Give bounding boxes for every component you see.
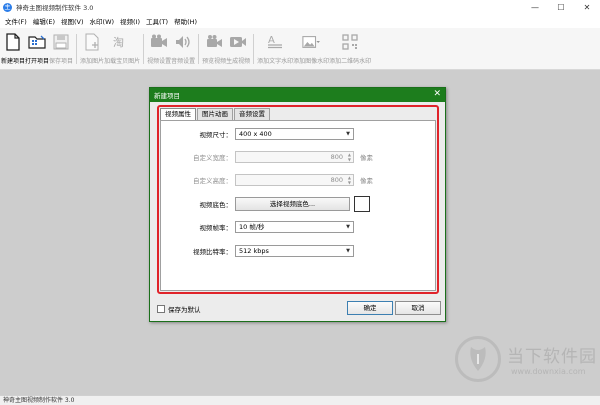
toolbar-separator	[143, 34, 145, 64]
ok-button[interactable]: 确定	[347, 301, 393, 315]
menu-view[interactable]: 视图(V)	[58, 16, 87, 26]
video-settings-button[interactable]: 视频设置	[147, 28, 171, 70]
image-watermark-icon	[302, 33, 321, 51]
toolbar: 新建项目 打开项目 保存项目 添加图片 淘 加载宝贝图片 视频设置 音频设置 预…	[0, 28, 600, 70]
dialog-title-bar: 新建项目 ✕	[150, 88, 445, 102]
menu-video[interactable]: 视频(I)	[117, 16, 143, 26]
new-project-button[interactable]: 新建项目	[1, 28, 25, 70]
svg-text:A: A	[268, 35, 275, 46]
save-project-button[interactable]: 保存项目	[49, 28, 73, 70]
add-image-button[interactable]: 添加图片	[80, 28, 104, 70]
watermark-logo-icon	[455, 336, 501, 382]
add-qrcode-watermark-button[interactable]: 添加二维码水印	[329, 28, 371, 70]
save-as-default-label: 保存为默认	[168, 306, 201, 314]
video-settings-icon	[150, 33, 168, 51]
watermark-name: 当下软件园	[507, 347, 597, 367]
audio-settings-button[interactable]: 音频设置	[171, 28, 195, 70]
dialog-close-button[interactable]: ✕	[433, 89, 441, 99]
audio-settings-icon	[174, 33, 192, 51]
dialog-title: 新建项目	[154, 92, 180, 100]
minimize-button[interactable]: —	[522, 0, 548, 14]
menu-edit[interactable]: 编辑(E)	[30, 16, 58, 26]
menu-tools[interactable]: 工具(T)	[143, 16, 171, 26]
toolbar-separator	[76, 34, 78, 64]
menu-help[interactable]: 帮助(H)	[171, 16, 200, 26]
annotation-highlight-box	[157, 105, 439, 294]
save-as-default-checkbox[interactable]	[157, 305, 165, 313]
toolbar-separator	[253, 34, 255, 64]
load-product-image-button[interactable]: 淘 加载宝贝图片	[104, 28, 140, 70]
preview-video-button[interactable]: 预览视频	[202, 28, 226, 70]
site-watermark: 当下软件园 www.downxia.com	[455, 336, 597, 388]
status-bar: 神奇主图视频制作软件 3.0	[0, 395, 600, 405]
load-product-image-icon: 淘	[113, 33, 131, 51]
menu-bar: 文件(F) 编辑(E) 视图(V) 水印(W) 视频(I) 工具(T) 帮助(H…	[0, 14, 600, 28]
generate-video-icon	[229, 33, 247, 51]
add-image-icon	[83, 33, 101, 51]
new-project-dialog: 新建项目 ✕ 视频属性 图片动画 音频设置 视频尺寸： 400 x 400 ▼ …	[149, 87, 446, 322]
open-project-button[interactable]: 打开项目	[25, 28, 49, 70]
watermark-url: www.downxia.com	[511, 367, 586, 376]
svg-text:淘: 淘	[113, 36, 124, 49]
add-text-watermark-button[interactable]: A 添加文字水印	[257, 28, 293, 70]
dialog-footer: 保存为默认 确定 取消	[150, 297, 445, 321]
maximize-button[interactable]: ☐	[548, 0, 574, 14]
toolbar-separator	[198, 34, 200, 64]
generate-video-button[interactable]: 生成视频	[226, 28, 250, 70]
menu-watermark[interactable]: 水印(W)	[87, 16, 118, 26]
menu-file[interactable]: 文件(F)	[2, 16, 30, 26]
cancel-button[interactable]: 取消	[395, 301, 441, 315]
preview-video-icon	[205, 33, 223, 51]
add-image-watermark-button[interactable]: 添加图像水印	[293, 28, 329, 70]
save-icon	[52, 33, 70, 51]
qrcode-watermark-icon	[341, 33, 359, 51]
close-window-button[interactable]: ✕	[574, 0, 600, 14]
window-controls: — ☐ ✕	[522, 0, 600, 14]
open-folder-icon	[28, 33, 46, 51]
text-watermark-icon: A	[266, 33, 284, 51]
window-title: 神奇主图视频制作软件 3.0	[16, 4, 94, 12]
title-bar: 主 神奇主图视频制作软件 3.0 — ☐ ✕	[0, 0, 600, 14]
new-file-icon	[4, 33, 22, 51]
app-logo-icon: 主	[3, 2, 12, 12]
